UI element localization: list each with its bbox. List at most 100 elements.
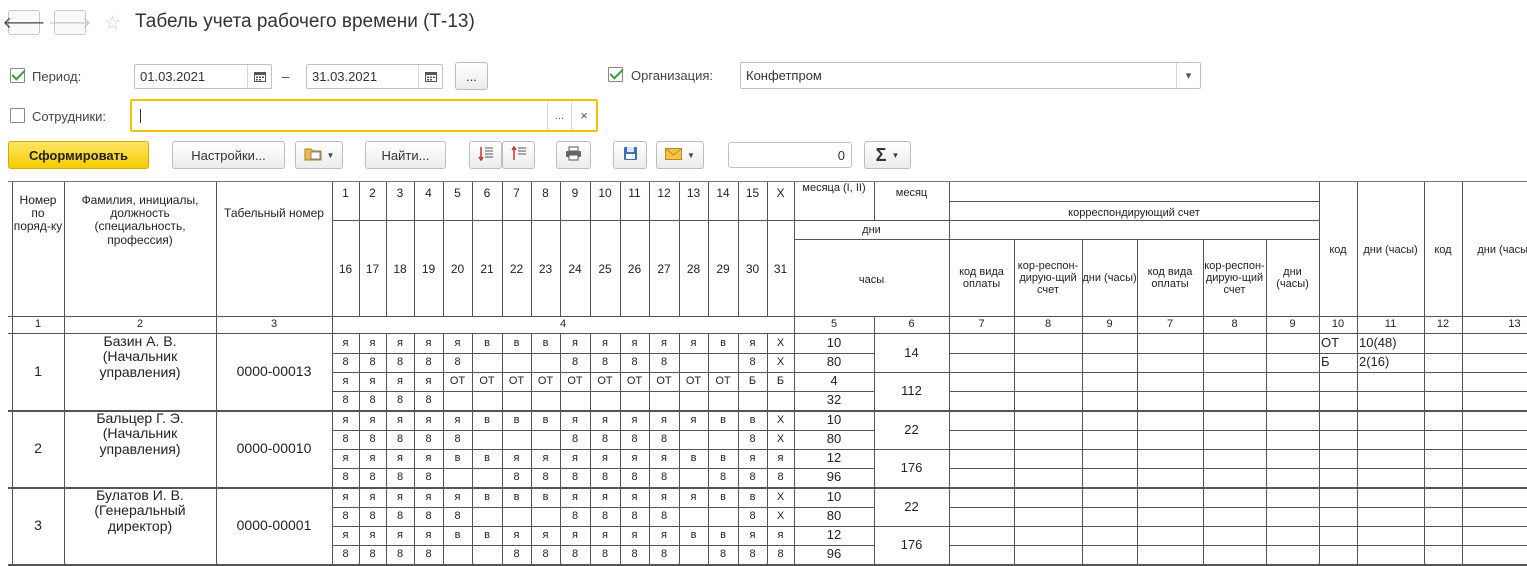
employees-checkbox[interactable]	[10, 108, 25, 123]
day-mark: 8	[425, 548, 432, 561]
employees-field[interactable]: ... ×	[130, 99, 598, 132]
timesheet-document[interactable]: Номер по поряд-ку Фамилия, инициалы, долж…	[8, 181, 1527, 566]
day-mark: я	[342, 529, 349, 542]
day-mark: я	[631, 337, 638, 350]
calendar-icon[interactable]	[418, 65, 442, 88]
grid-line	[738, 182, 739, 316]
day-mark: 8	[342, 394, 349, 407]
grid-line	[386, 182, 387, 316]
grid-line	[216, 182, 217, 333]
calendar-icon[interactable]	[247, 65, 271, 88]
grid-line	[1082, 488, 1083, 565]
grid-line	[359, 334, 360, 411]
day-mark: 8	[660, 471, 668, 484]
employees-select-button[interactable]: ...	[547, 101, 571, 130]
day-header-bottom: 31	[773, 262, 788, 277]
organization-field[interactable]: Конфетпром ▾	[740, 62, 1201, 89]
day-mark: я	[369, 337, 376, 350]
dropdown-arrow-icon[interactable]: ▾	[1176, 63, 1200, 88]
grid-line	[359, 411, 360, 488]
day-mark	[679, 468, 708, 487]
column-number: 1	[34, 318, 42, 331]
grid-line	[590, 334, 591, 411]
grid-line	[443, 334, 444, 411]
day-mark	[649, 391, 679, 410]
grid-line	[1266, 488, 1267, 565]
save-button[interactable]	[613, 141, 647, 169]
period-checkbox[interactable]	[10, 68, 25, 83]
day-mark: я	[602, 529, 608, 542]
day-mark: я	[454, 337, 461, 350]
sum-button[interactable]: Σ ▼	[864, 141, 911, 169]
corr-account-sub-header: кор-респон-дирую-щий счет	[1017, 259, 1079, 297]
send-email-button[interactable]: ▼	[656, 141, 704, 169]
grid-line	[1266, 316, 1267, 333]
organization-checkbox[interactable]	[608, 67, 623, 82]
grid-line	[767, 182, 768, 316]
grid-line	[1137, 411, 1138, 488]
expand-groups-button[interactable]	[469, 141, 502, 169]
day-mark	[472, 391, 502, 410]
day-mark	[590, 391, 620, 410]
clear-icon[interactable]: ×	[571, 101, 596, 130]
grid-line	[12, 411, 13, 488]
back-button[interactable]: 🡐	[3, 10, 45, 35]
day-mark	[531, 507, 560, 526]
day-header-bottom: 30	[745, 262, 760, 277]
day-mark: я	[542, 529, 549, 542]
column-number: 8	[1044, 318, 1052, 331]
day-mark: 8	[660, 510, 668, 523]
forward-button[interactable]: 🡒	[49, 10, 91, 35]
day-mark	[531, 353, 560, 372]
generate-button[interactable]: Сформировать	[8, 141, 149, 169]
day-header-bottom: 20	[450, 262, 465, 277]
print-button[interactable]	[556, 141, 591, 169]
text-cursor	[140, 108, 141, 123]
day-mark: я	[690, 337, 697, 350]
day-mark: Х	[776, 491, 785, 504]
employee-tab-number: 0000-00013	[236, 363, 312, 380]
grid-line	[531, 411, 532, 488]
period-select-button[interactable]: ...	[455, 62, 488, 90]
half-month-total: 96	[826, 546, 842, 562]
day-header-bottom: 18	[393, 262, 407, 277]
days-hours-header: дни (часы)	[1276, 265, 1309, 290]
day-mark	[679, 545, 708, 564]
day-mark	[531, 430, 560, 449]
variants-button[interactable]: ▼	[295, 141, 343, 169]
day-mark: Х	[776, 414, 785, 427]
collapse-groups-button[interactable]	[502, 141, 535, 169]
column-number: 3	[270, 318, 278, 331]
grid-line	[794, 316, 795, 333]
sum-value: 0	[837, 147, 845, 163]
day-mark: Х	[776, 433, 785, 446]
day-mark: 8	[396, 471, 404, 484]
settings-button[interactable]: Настройки...	[172, 141, 285, 169]
day-mark: 8	[425, 356, 432, 369]
day-mark	[502, 507, 531, 526]
day-mark	[708, 391, 738, 410]
half-month-total: 10	[826, 412, 842, 428]
month-header: месяц	[895, 186, 928, 199]
day-mark: в	[484, 452, 490, 465]
day-mark: я	[631, 414, 638, 427]
employee-number: 1	[34, 363, 42, 380]
grid-line	[414, 411, 415, 488]
day-mark: 8	[425, 471, 432, 484]
day-mark	[502, 391, 531, 410]
favorite-star-icon[interactable]: ☆	[104, 12, 121, 35]
grid-line	[472, 488, 473, 565]
day-mark: я	[425, 452, 432, 465]
day-mark: 8	[571, 433, 579, 446]
date-to-field[interactable]: 31.03.2021	[306, 64, 443, 89]
find-button[interactable]: Найти...	[365, 141, 446, 169]
grid-line	[679, 488, 680, 565]
date-to-value: 31.03.2021	[312, 69, 378, 84]
column-number: 9	[1289, 318, 1296, 331]
day-mark: в	[484, 491, 490, 504]
day-header-bottom: 29	[716, 262, 730, 277]
day-mark: я	[397, 375, 403, 388]
date-from-field[interactable]: 01.03.2021	[134, 64, 272, 89]
month-days-total: 14	[904, 344, 919, 360]
grid-line	[1203, 239, 1204, 316]
